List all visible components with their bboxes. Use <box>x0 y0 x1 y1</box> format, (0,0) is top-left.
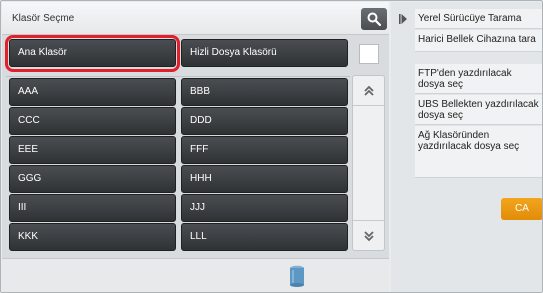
folder-button[interactable]: III <box>9 194 176 222</box>
folder-button[interactable]: KKK <box>9 223 176 251</box>
ana-klasor-button[interactable]: Ana Klasör <box>9 39 176 67</box>
trash-icon[interactable] <box>289 265 305 287</box>
folder-button[interactable]: CCC <box>9 107 176 135</box>
bottom-bar <box>2 258 389 292</box>
divider <box>6 76 350 77</box>
scrollbar[interactable] <box>352 75 385 251</box>
hizli-dosya-klasoru-button[interactable]: Hizli Dosya Klasörü <box>181 39 348 67</box>
scroll-up-button[interactable] <box>353 76 384 106</box>
double-chevron-up-icon <box>363 85 374 96</box>
search-icon <box>367 12 381 26</box>
device-screen: Klasör Seçme Ana Klasör Hizli Dosya Klas… <box>0 0 543 293</box>
search-button[interactable] <box>361 8 387 30</box>
menu-item-yerel-surucu[interactable]: Yerel Sürücüye Tarama <box>415 9 542 29</box>
double-chevron-down-icon <box>363 231 374 242</box>
menu-item-harici-bellek[interactable]: Harici Bellek Cihazına tara <box>415 30 542 52</box>
checkbox[interactable] <box>359 44 379 64</box>
ca-button[interactable]: CA <box>501 198 542 220</box>
folder-button[interactable]: LLL <box>181 223 348 251</box>
folder-button[interactable]: GGG <box>9 165 176 193</box>
title-bar: Klasör Seçme <box>2 2 389 35</box>
folder-button[interactable]: EEE <box>9 136 176 164</box>
folder-button[interactable]: AAA <box>9 78 176 106</box>
right-menu-panel: Yerel Sürücüye Tarama Harici Bellek Ciha… <box>391 2 542 292</box>
menu-item-ag-klasoru[interactable]: Ağ Klasöründen yazdırılacak dosya seç <box>415 126 542 178</box>
menu-item-usb[interactable]: UBS Bellekten yazdırılacak dosya seç <box>415 95 542 125</box>
folder-button[interactable]: DDD <box>181 107 348 135</box>
play-arrow-icon[interactable] <box>399 14 407 24</box>
menu-item-ftp[interactable]: FTP'den yazdırılacak dosya seç <box>415 64 542 94</box>
folder-select-panel: Klasör Seçme Ana Klasör Hizli Dosya Klas… <box>2 2 389 292</box>
scroll-down-button[interactable] <box>353 220 384 250</box>
folder-button[interactable]: HHH <box>181 165 348 193</box>
folder-button[interactable]: JJJ <box>181 194 348 222</box>
folder-button[interactable]: FFF <box>181 136 348 164</box>
folder-button[interactable]: BBB <box>181 78 348 106</box>
page-title: Klasör Seçme <box>12 13 75 24</box>
